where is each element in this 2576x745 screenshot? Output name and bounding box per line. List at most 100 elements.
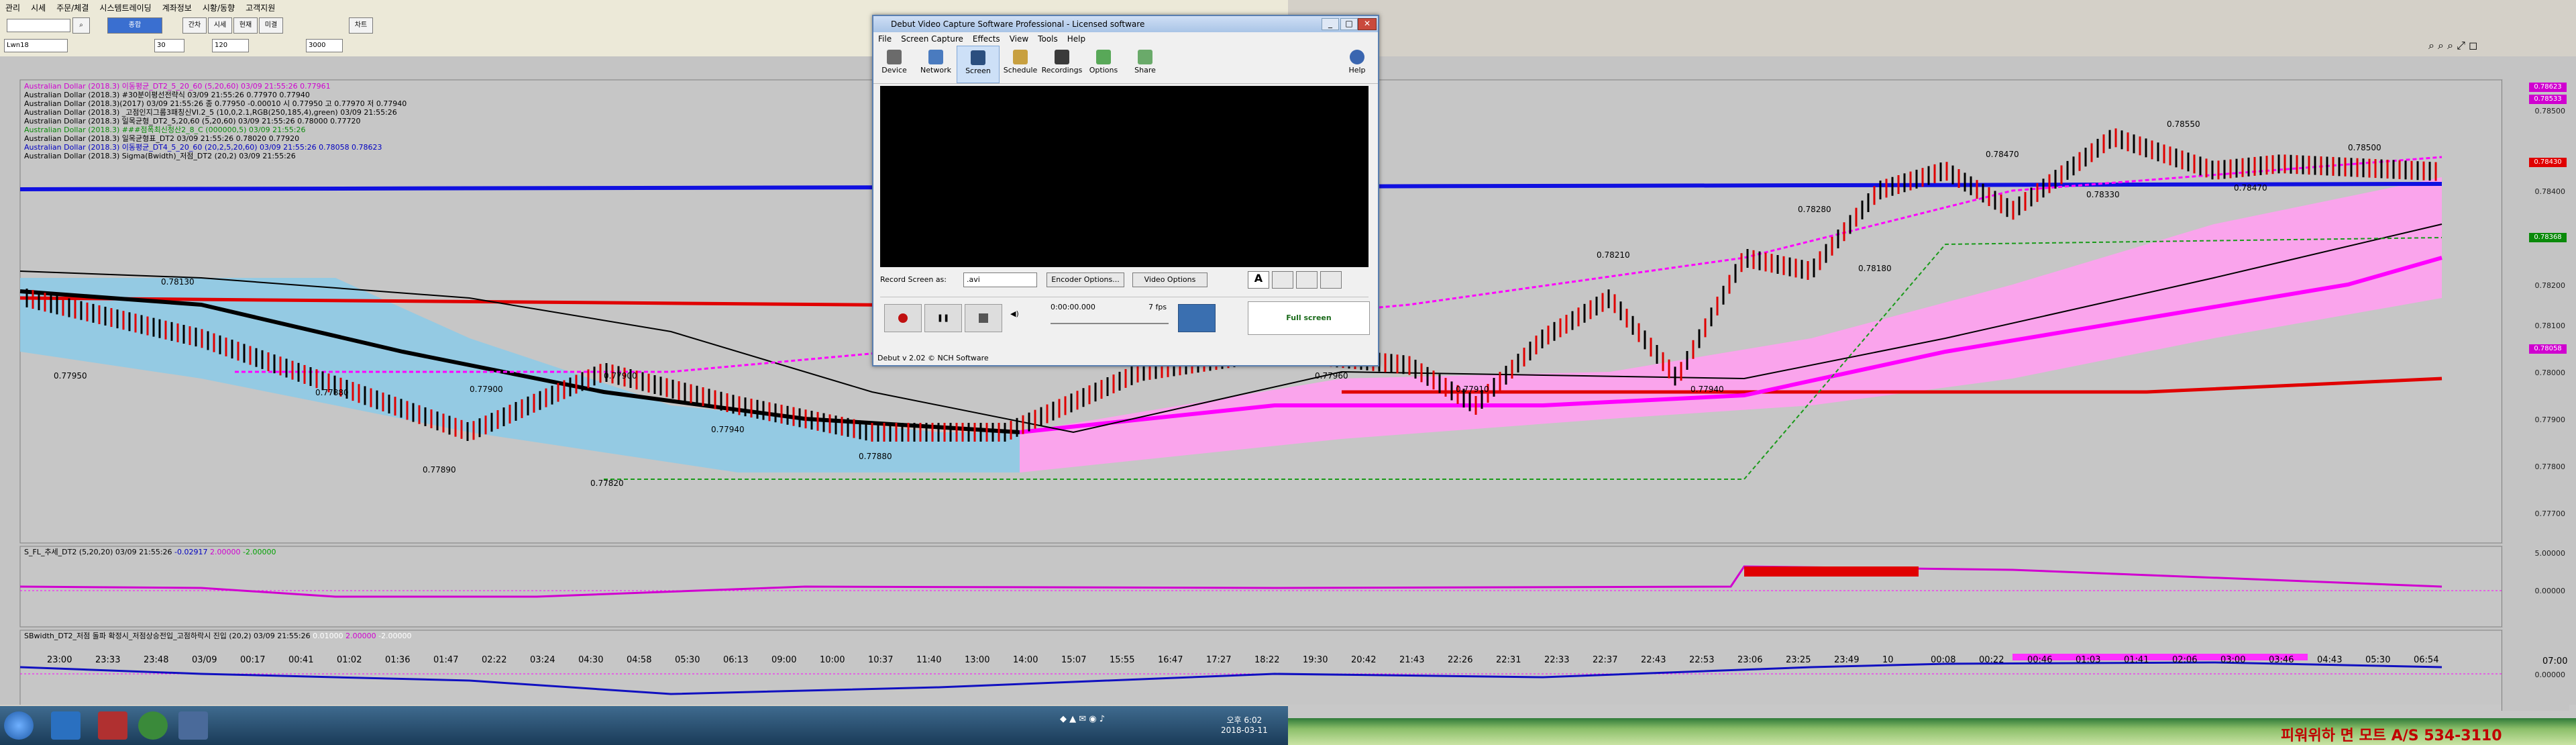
- menu-system-trading[interactable]: 시스템트레이딩: [94, 2, 156, 13]
- fullscreen-icon[interactable]: [1320, 271, 1342, 289]
- menu-screen-capture[interactable]: Screen Capture: [896, 32, 968, 46]
- share-icon: [1138, 50, 1152, 64]
- share-button[interactable]: Share: [1124, 46, 1166, 83]
- zoom-controls[interactable]: ⌕ ⌕ ⌕ ⤢ ◻: [2428, 39, 2563, 52]
- record-button[interactable]: [884, 304, 922, 332]
- menu-file[interactable]: File: [873, 32, 896, 46]
- clock-time: 오후 6:02: [1226, 715, 1263, 725]
- tool-button-3[interactable]: 현재: [233, 17, 258, 34]
- film-icon: [1055, 50, 1069, 64]
- scale-tick: 0.77800: [2534, 462, 2566, 471]
- time-tick: 02:22: [482, 655, 507, 665]
- options-button[interactable]: Options: [1083, 46, 1124, 83]
- debut-title: Debut Video Capture Software Professiona…: [891, 19, 1145, 29]
- price-annotation: 0.77910: [1456, 385, 1489, 394]
- menu-manage[interactable]: 관리: [0, 2, 25, 13]
- app-icon-2[interactable]: [138, 711, 168, 740]
- zoom-input[interactable]: 3000: [306, 39, 343, 52]
- fps-slider[interactable]: [1051, 316, 1169, 324]
- time-tick: 17:27: [1206, 655, 1232, 665]
- time-tick: 01:36: [385, 655, 411, 665]
- menu-support[interactable]: 고객지원: [240, 2, 280, 13]
- time-tick: 03:46: [2269, 655, 2294, 665]
- menu-market[interactable]: 시황/동향: [197, 2, 240, 13]
- menu-account[interactable]: 계좌정보: [157, 2, 197, 13]
- watermark-icon[interactable]: [1296, 271, 1318, 289]
- account-select[interactable]: [7, 19, 70, 32]
- menu-view[interactable]: View: [1005, 32, 1033, 46]
- menu-quotes[interactable]: 시세: [25, 2, 51, 13]
- time-tick: 23:25: [1786, 655, 1811, 665]
- price-annotation: 0.78550: [2167, 119, 2200, 129]
- menu-orders[interactable]: 주문/체결: [51, 2, 94, 13]
- close-button[interactable]: ✕: [1358, 18, 1377, 30]
- mode-button[interactable]: 종합: [107, 17, 162, 34]
- network-button[interactable]: Network: [915, 46, 957, 83]
- menu-help[interactable]: Help: [1063, 32, 1090, 46]
- pause-button[interactable]: ❚❚: [924, 304, 962, 332]
- maximize-button[interactable]: □: [1340, 18, 1358, 30]
- snapshot-button[interactable]: [1178, 304, 1216, 332]
- time-tick: 14:00: [1013, 655, 1038, 665]
- encoder-options-button[interactable]: Encoder Options...: [1046, 272, 1124, 287]
- ie-icon[interactable]: [51, 711, 80, 740]
- main-menubar: 관리 시세 주문/체결 시스템트레이딩 계좌정보 시황/동향 고객지원: [0, 0, 1288, 15]
- time-tick: 10:37: [868, 655, 894, 665]
- osc1-scale: 5.00000 0.00000: [2502, 546, 2569, 627]
- price-annotation: 0.77940: [711, 425, 745, 434]
- screen-button[interactable]: Screen: [957, 46, 1000, 83]
- capture-preview: [880, 86, 1368, 267]
- stop-button[interactable]: [965, 304, 1002, 332]
- period-input[interactable]: 30: [154, 39, 184, 52]
- menu-effects[interactable]: Effects: [968, 32, 1005, 46]
- time-tick: 04:30: [578, 655, 604, 665]
- magnifier-icon[interactable]: ⌕ ⌕ ⌕ ⤢ ◻: [2428, 39, 2477, 52]
- stop-icon: [979, 313, 988, 323]
- price-annotation: 0.78180: [1858, 264, 1892, 273]
- start-button[interactable]: [4, 711, 34, 740]
- tool-button-4[interactable]: 미결: [259, 17, 283, 34]
- tool-button-2[interactable]: 시세: [208, 17, 232, 34]
- clock[interactable]: 오후 6:02 2018-03-11: [1221, 714, 1268, 735]
- search-icon[interactable]: ⌕: [72, 17, 90, 34]
- app-icon-3[interactable]: [178, 711, 208, 740]
- fullscreen-label[interactable]: Full screen: [1248, 301, 1370, 335]
- right-top-toolbar: ⌕ ⌕ ⌕ ⤢ ◻: [1288, 0, 2576, 56]
- device-button[interactable]: Device: [873, 46, 915, 83]
- video-options-button[interactable]: Video Options: [1132, 272, 1208, 287]
- legend-line: Australian Dollar (2018.3) ###점폭최신청산2_8_…: [24, 126, 306, 134]
- recordings-button[interactable]: Recordings: [1041, 46, 1083, 83]
- app-icon-1[interactable]: [98, 711, 127, 740]
- symbol-input[interactable]: Lwn18: [4, 39, 68, 52]
- volume-icon[interactable]: ◀): [1010, 309, 1019, 318]
- minimize-button[interactable]: _: [1322, 18, 1339, 30]
- time-tick: 23:00: [47, 655, 72, 665]
- price-annotation: 0.77900: [470, 385, 503, 394]
- time-tick: 00:17: [240, 655, 266, 665]
- price-annotation: 0.78210: [1597, 250, 1630, 260]
- time-tick: 16:47: [1158, 655, 1183, 665]
- format-select[interactable]: .avi: [963, 272, 1037, 287]
- debut-titlebar: Debut Video Capture Software Professiona…: [873, 16, 1378, 32]
- time-tick: 00:22: [1979, 655, 2004, 665]
- price-annotation: 0.77940: [1690, 385, 1724, 394]
- schedule-button[interactable]: Schedule: [1000, 46, 1041, 83]
- tool-button-5[interactable]: 차트: [349, 17, 373, 34]
- help-button[interactable]: Help: [1336, 46, 1378, 83]
- menu-tools[interactable]: Tools: [1033, 32, 1063, 46]
- effects-icon[interactable]: [1272, 271, 1293, 289]
- record-icon: [898, 313, 908, 323]
- time-tick: 06:13: [723, 655, 749, 665]
- scale-tick: 0.77900: [2534, 415, 2566, 424]
- scale-tick: 0.78400: [2534, 187, 2566, 196]
- tool-button-1[interactable]: 간차: [182, 17, 207, 34]
- tray-icons[interactable]: ◆ ▲ ✉ ◉ ♪: [1060, 714, 1105, 724]
- time-tick: 22:37: [1593, 655, 1618, 665]
- record-settings-row: Record Screen as: .avi Encoder Options..…: [880, 270, 1368, 291]
- time-tick: 23:33: [95, 655, 121, 665]
- count-input[interactable]: 120: [212, 39, 249, 52]
- options-icon: [1096, 50, 1111, 64]
- scale-tick: 0.78200: [2534, 281, 2566, 290]
- text-overlay-icon[interactable]: A: [1248, 271, 1269, 289]
- price-annotation: 0.77880: [315, 388, 349, 397]
